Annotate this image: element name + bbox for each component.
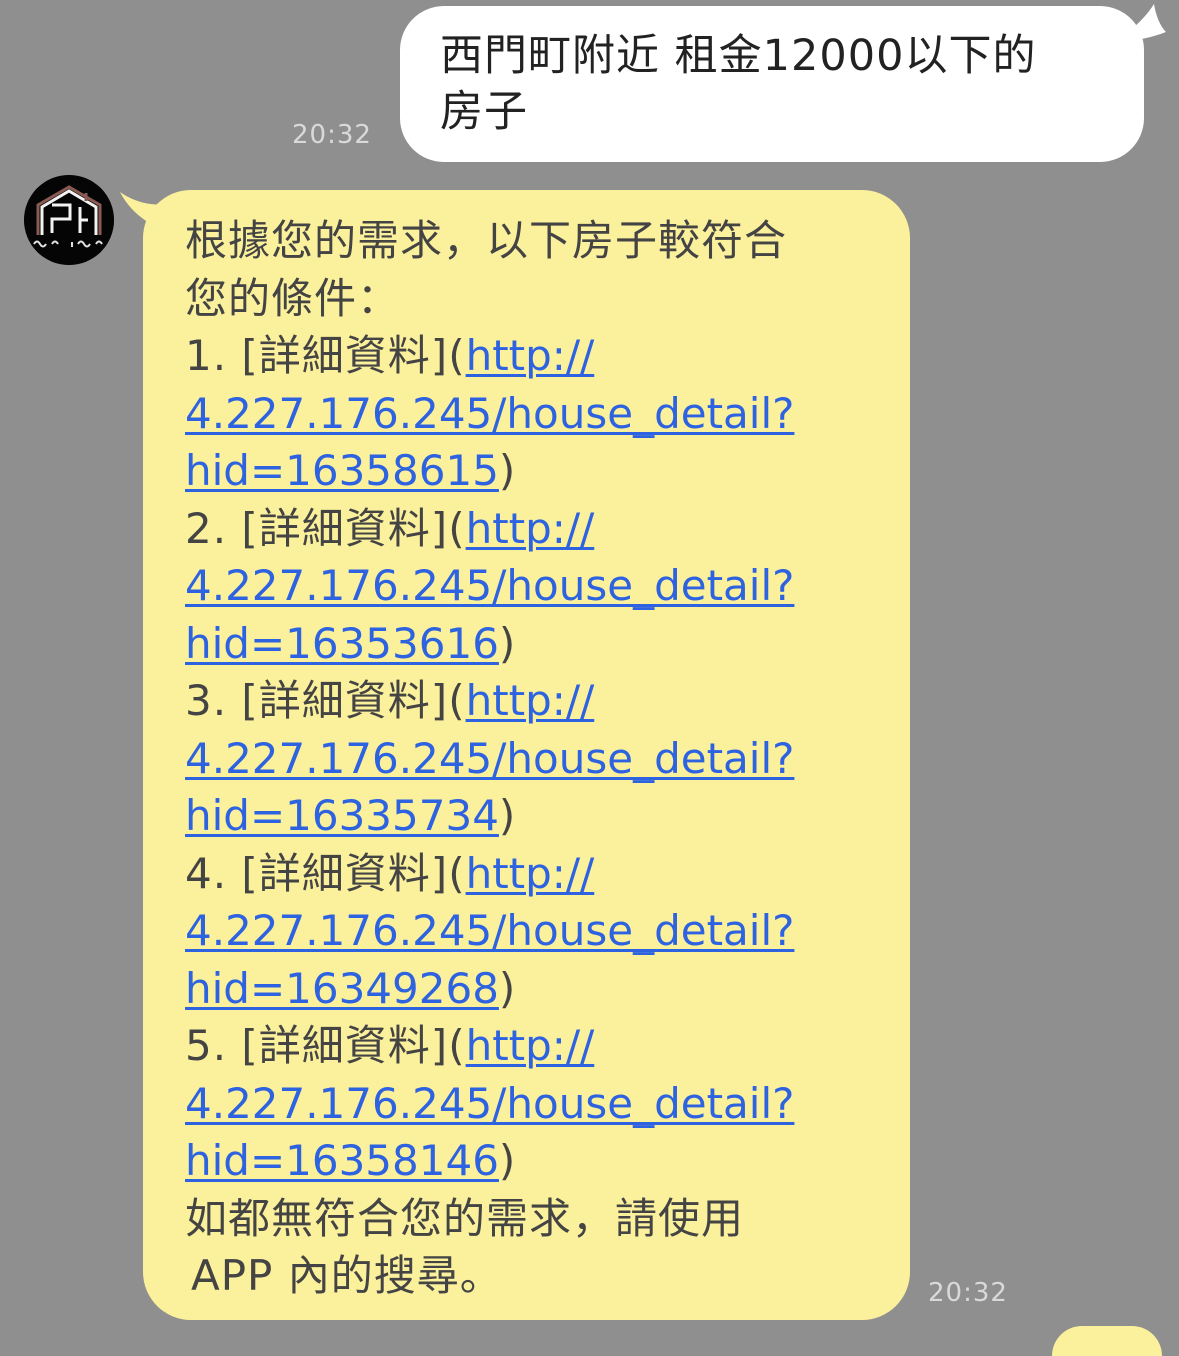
intro-line-1: 根據您的需求，以下房子較符合 (185, 216, 788, 265)
result-2-prefix: 2. [詳細資料]( (185, 503, 466, 553)
result-3-prefix: 3. [詳細資料]( (185, 676, 466, 725)
result-2-link[interactable]: http:// (466, 504, 595, 553)
result-2-suffix: ) (498, 618, 517, 668)
result-5-suffix: ) (498, 1136, 517, 1185)
outgoing-message-line-1: 西門町附近 租金12000以下的 (440, 31, 1037, 81)
incoming-message-bubble[interactable]: 根據您的需求，以下房子較符合 您的條件： 1. [詳細資料](http:// 4… (143, 190, 910, 1320)
intro-line-2: 您的條件： (185, 273, 401, 323)
list-item: 5. [詳細資料](http:// (185, 1017, 890, 1075)
result-5-prefix: 5. [詳細資料]( (185, 1021, 466, 1070)
outgoing-message-line-2: 房子 (440, 87, 528, 137)
result-4-link[interactable]: 4.227.176.245/house_detail? (185, 906, 794, 955)
list-item: 4. [詳細資料](http:// (185, 845, 890, 903)
result-5-link[interactable]: http:// (466, 1021, 595, 1070)
list-item-continued: hid=16358615) (185, 442, 890, 500)
bot-avatar[interactable] (24, 175, 114, 265)
list-item-continued: 4.227.176.245/house_detail? (185, 902, 890, 960)
list-item-continued: hid=16353616) (185, 615, 890, 673)
list-item: 1. [詳細資料](http:// (185, 327, 890, 385)
result-2-link[interactable]: 4.227.176.245/house_detail? (185, 561, 794, 610)
outgoing-message-bubble[interactable]: 西門町附近 租金12000以下的 房子 (400, 6, 1144, 162)
next-message-bubble-edge[interactable] (1052, 1326, 1162, 1356)
list-item-continued: hid=16349268) (185, 960, 890, 1018)
result-3-link[interactable]: hid=16335734 (185, 791, 499, 840)
list-item-continued: 4.227.176.245/house_detail? (185, 385, 890, 443)
house-logo-icon (24, 175, 114, 265)
result-1-link[interactable]: hid=16358615 (185, 446, 499, 495)
result-4-link[interactable]: http:// (466, 849, 595, 898)
result-3-suffix: ) (498, 791, 517, 840)
list-item-continued: 4.227.176.245/house_detail? (185, 1075, 890, 1133)
list-item-continued: 4.227.176.245/house_detail? (185, 557, 890, 615)
list-item: 2. [詳細資料](http:// (185, 500, 890, 558)
list-item-continued: 4.227.176.245/house_detail? (185, 730, 890, 788)
result-1-link[interactable]: 4.227.176.245/house_detail? (185, 389, 794, 438)
result-3-link[interactable]: http:// (466, 676, 595, 725)
incoming-timestamp: 20:32 (928, 1278, 1008, 1308)
footer-line-1: 如都無符合您的需求，請使用 (185, 1193, 745, 1243)
list-item: 3. [詳細資料](http:// (185, 672, 890, 730)
result-4-suffix: ) (498, 963, 517, 1013)
result-1-link[interactable]: http:// (466, 331, 595, 380)
outgoing-timestamp: 20:32 (292, 120, 372, 150)
list-item-continued: hid=16335734) (185, 787, 890, 845)
result-1-prefix: 1. [詳細資料]( (185, 331, 466, 380)
result-2-link[interactable]: hid=16353616 (185, 619, 499, 668)
result-4-prefix: 4. [詳細資料]( (185, 848, 466, 898)
result-3-link[interactable]: 4.227.176.245/house_detail? (185, 734, 794, 783)
footer-line-2: APP 內的搜尋。 (191, 1251, 503, 1300)
list-item-continued: hid=16358146) (185, 1132, 890, 1190)
result-5-link[interactable]: hid=16358146 (185, 1136, 499, 1185)
result-1-suffix: ) (498, 446, 517, 495)
result-5-link[interactable]: 4.227.176.245/house_detail? (185, 1079, 794, 1128)
result-4-link[interactable]: hid=16349268 (185, 964, 499, 1013)
